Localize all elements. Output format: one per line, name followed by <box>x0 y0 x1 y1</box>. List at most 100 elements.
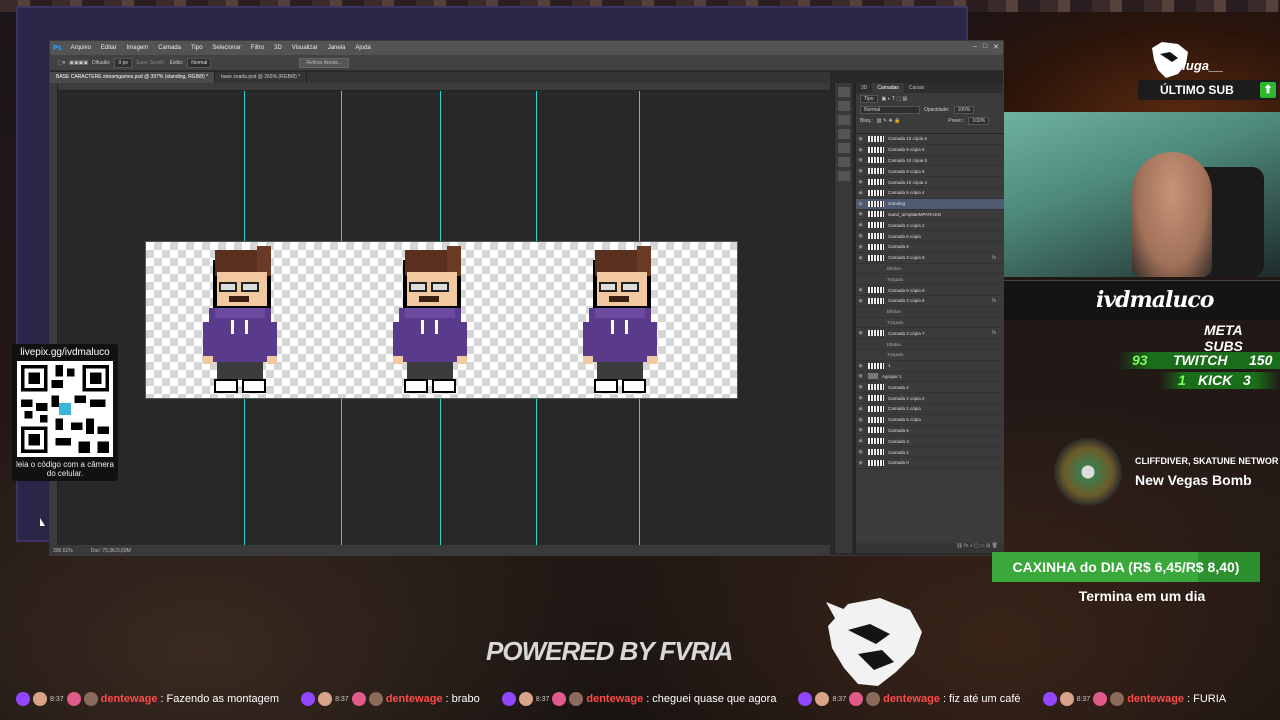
menu-filtro[interactable]: Filtro <box>246 45 269 51</box>
layer-row[interactable]: ◉ Camada 10 cópia 6 <box>856 134 1004 145</box>
zoom-level[interactable]: 396,61% <box>53 548 73 554</box>
minimize-icon[interactable]: – <box>973 43 977 51</box>
canvas-area[interactable] <box>58 91 830 545</box>
layer-row[interactable]: ◉ Camada 6 cópia <box>856 231 1004 242</box>
menu-tipo[interactable]: Tipo <box>186 45 207 51</box>
brush-icon[interactable] <box>838 157 850 167</box>
visibility-eye-icon[interactable]: ◉ <box>856 460 865 466</box>
visibility-eye-icon[interactable]: ◉ <box>856 147 865 153</box>
visibility-eye-icon[interactable]: ◉ <box>856 190 865 196</box>
chat-username[interactable]: dentewage <box>883 693 940 705</box>
visibility-eye-icon[interactable]: ◉ <box>856 179 865 185</box>
visibility-eye-icon[interactable]: ◉ <box>856 136 865 142</box>
layer-row[interactable]: ◉ Camada 2 cópia <box>856 404 1004 415</box>
visibility-eye-icon[interactable]: ◉ <box>856 406 865 412</box>
visibility-eye-icon[interactable]: ◉ <box>856 287 865 293</box>
layer-kind-select[interactable]: Tipo <box>860 94 878 103</box>
layer-row[interactable]: ◉ Camada 6 <box>856 242 1004 253</box>
layer-row[interactable]: Efeitos <box>856 307 1004 318</box>
chat-username[interactable]: dentewage <box>1127 693 1184 705</box>
menu-arquivo[interactable]: Arquivo <box>66 45 96 51</box>
layer-actions[interactable]: ⛓ fx ◑ ▢ ▭ ⊞ 🗑 <box>856 543 1004 553</box>
layer-row[interactable]: ◉ Camada 9 cópia 6 <box>856 145 1004 156</box>
tab-canais[interactable]: Canais <box>904 83 930 93</box>
paragraph-icon[interactable] <box>838 143 850 153</box>
visibility-eye-icon[interactable]: ◉ <box>856 168 865 174</box>
menu-editar[interactable]: Editar <box>96 45 122 51</box>
layer-row[interactable]: ◉ Camada 3 cópia 7 fx <box>856 328 1004 340</box>
layer-row[interactable]: ◉ Agrupar 1 <box>856 372 1004 383</box>
layer-row[interactable]: Traçado <box>856 318 1004 329</box>
visibility-eye-icon[interactable]: ◉ <box>856 417 865 423</box>
layer-row[interactable]: ◉ Camada 3 <box>856 436 1004 448</box>
visibility-eye-icon[interactable]: ◉ <box>856 449 865 455</box>
blend-mode-select[interactable]: Normal <box>860 105 920 114</box>
fx-icon[interactable]: fx <box>992 255 996 261</box>
fx-icon[interactable]: fx <box>992 298 996 304</box>
document-canvas[interactable] <box>145 241 738 399</box>
layer-row[interactable]: ◉ Camada 10 cópia 4 <box>856 177 1004 188</box>
layer-row[interactable]: ◉ 1 <box>856 361 1004 372</box>
layer-row[interactable]: ◉ Camada 2 cópia 2 <box>856 393 1004 404</box>
layer-row[interactable]: Efeitos <box>856 264 1004 275</box>
layer-row[interactable]: ◉ Camada 3 cópia 9 fx <box>856 253 1004 264</box>
visibility-eye-icon[interactable]: ◉ <box>856 233 865 239</box>
visibility-eye-icon[interactable]: ◉ <box>856 427 865 433</box>
filter-icons[interactable]: ▣ ◐ T ⬚ ▤ <box>882 96 908 102</box>
estilo-select[interactable]: Normal <box>187 57 212 68</box>
chat-username[interactable]: dentewage <box>101 693 158 705</box>
tab-base-caractere[interactable]: BASE CARACTERE streamgames.psd @ 397% (s… <box>50 72 216 83</box>
layer-row[interactable]: ◉ Camada 5 cópia <box>856 415 1004 426</box>
history-icon[interactable] <box>838 87 850 97</box>
menu-camada[interactable]: Camada <box>153 45 186 51</box>
layer-row[interactable]: ◉ Camada 6 cópia 6 <box>856 285 1004 296</box>
character-icon[interactable] <box>838 129 850 139</box>
selection-mode-icons[interactable]: ▣▣▣▣ <box>69 60 88 66</box>
menu-3d[interactable]: 3D <box>269 45 287 51</box>
layer-row[interactable]: ◉ Camada 4 <box>856 382 1004 394</box>
maximize-icon[interactable]: □ <box>983 43 987 51</box>
visibility-eye-icon[interactable]: ◉ <box>856 244 865 250</box>
adjust-icon[interactable] <box>838 171 850 181</box>
layer-row[interactable]: ◉ Camada 5 <box>856 426 1004 437</box>
visibility-eye-icon[interactable]: ◉ <box>856 373 865 379</box>
menu-janela[interactable]: Janela <box>323 45 351 51</box>
chat-username[interactable]: dentewage <box>586 693 643 705</box>
visibility-eye-icon[interactable]: ◉ <box>856 384 865 390</box>
menu-ajuda[interactable]: Ajuda <box>350 45 375 51</box>
visibility-eye-icon[interactable]: ◉ <box>856 395 865 401</box>
close-icon[interactable]: ✕ <box>993 43 999 51</box>
layer-row[interactable]: ◉ Camada 9 cópia 5 <box>856 166 1004 178</box>
layer-row[interactable]: ◉ Camada 9 cópia 4 <box>856 188 1004 199</box>
difusao-input[interactable]: 0 px <box>114 57 132 68</box>
visibility-eye-icon[interactable]: ◉ <box>856 438 865 444</box>
tab-camadas[interactable]: Camadas <box>872 83 904 93</box>
chat-username[interactable]: dentewage <box>386 693 443 705</box>
layer-row[interactable]: ◉ Camada 4 cópia 2 <box>856 220 1004 232</box>
ps-logo[interactable]: Ps <box>50 45 66 52</box>
visibility-eye-icon[interactable]: ◉ <box>856 211 865 217</box>
visibility-eye-icon[interactable]: ◉ <box>856 157 865 163</box>
opacity-input[interactable]: 100% <box>953 105 975 114</box>
layer-row[interactable]: ◉ standing <box>856 198 1004 210</box>
menu-imagem[interactable]: Imagem <box>122 45 154 51</box>
visibility-eye-icon[interactable]: ◉ <box>856 201 865 207</box>
menu-selecionar[interactable]: Selecionar <box>207 45 245 51</box>
layer-row[interactable]: ◉ stand_templateMPARADO <box>856 210 1004 221</box>
visibility-eye-icon[interactable]: ◉ <box>856 363 865 369</box>
visibility-eye-icon[interactable]: ◉ <box>856 222 865 228</box>
layer-row[interactable]: Efeitos <box>856 339 1004 350</box>
lock-icons[interactable]: ▨ ✎ ✥ 🔒 <box>877 118 901 124</box>
layer-row[interactable]: ◉ Camada 2 <box>856 447 1004 458</box>
layer-row[interactable]: Traçado <box>856 350 1004 361</box>
menu-visualizar[interactable]: Visualizar <box>287 45 323 51</box>
fill-input[interactable]: 100% <box>968 116 990 125</box>
anti-alias-checkbox[interactable]: Suav. Serrilh. <box>136 60 166 66</box>
visibility-eye-icon[interactable]: ◉ <box>856 255 865 261</box>
swatches-icon[interactable] <box>838 101 850 111</box>
fx-icon[interactable]: fx <box>992 330 996 336</box>
tab-3d[interactable]: 3D <box>856 83 872 93</box>
properties-icon[interactable] <box>838 115 850 125</box>
tab-base-zoada[interactable]: base zoada.psd @ 265% (RGB/8) * <box>215 72 308 83</box>
visibility-eye-icon[interactable]: ◉ <box>856 330 865 336</box>
